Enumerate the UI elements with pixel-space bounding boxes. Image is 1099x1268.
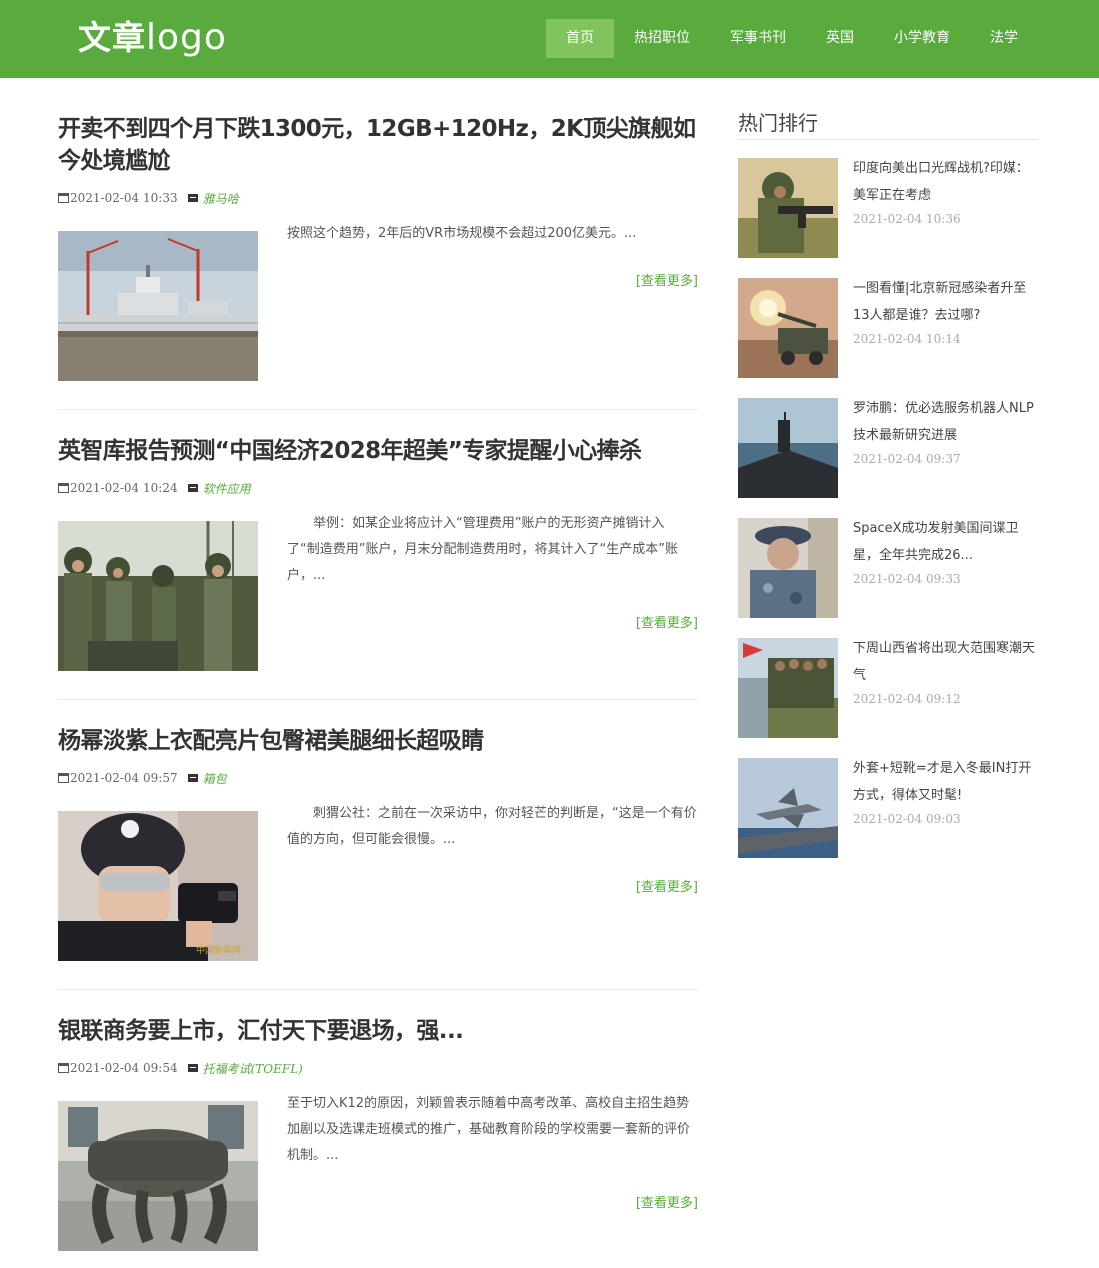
read-more-link[interactable]: [查看更多] xyxy=(636,1192,698,1211)
article-divider xyxy=(58,699,698,700)
article-title[interactable]: 英智库报告预测“中国经济2028年超美”专家提醒小心捧杀 xyxy=(58,435,698,467)
calendar-icon xyxy=(58,483,69,493)
soldiers-image[interactable] xyxy=(58,521,258,671)
hot-item-date: 2021-02-04 09:33 xyxy=(853,572,961,586)
hot-list-item: 外套+短靴=才是入冬最IN打开方式，得体又时髦! 2021-02-04 09:0… xyxy=(738,758,1038,858)
read-more-link[interactable]: [查看更多] xyxy=(636,612,698,631)
calendar-icon xyxy=(58,773,69,783)
hot-list-item: 印度向美出口光辉战机?印媒：美军正在考虑 2021-02-04 10:36 xyxy=(738,158,1038,258)
article-item: 银联商务要上市，汇付天下要退场，强... 2021-02-04 09:54 托福… xyxy=(58,1015,698,1251)
article-title[interactable]: 开卖不到四个月下跌1300元，12GB+120Hz，2K顶尖旗舰如今处境尴尬 xyxy=(58,113,698,177)
article-category[interactable]: 软件应用 xyxy=(203,480,251,497)
read-more-link[interactable]: [查看更多] xyxy=(636,270,698,289)
submarine-image[interactable] xyxy=(738,398,838,498)
jet-carrier-image[interactable] xyxy=(738,758,838,858)
warship-image[interactable] xyxy=(58,231,258,381)
hot-item-title[interactable]: 罗沛鹏：优必选服务机器人NLP技术最新研究进展 xyxy=(853,395,1038,449)
hot-list-item: 下周山西省将出现大范围寒潮天气 2021-02-04 09:12 xyxy=(738,638,1038,738)
nav-item-primary-education[interactable]: 小学教育 xyxy=(874,19,970,58)
artillery-image[interactable] xyxy=(738,278,838,378)
nav-item-home[interactable]: 首页 xyxy=(546,19,614,58)
soldier-rifle-image[interactable] xyxy=(738,158,838,258)
military-truck-image[interactable] xyxy=(738,638,838,738)
article-date: 2021-02-04 09:57 xyxy=(70,771,178,785)
read-more-link[interactable]: [查看更多] xyxy=(636,876,698,895)
hot-item-date: 2021-02-04 09:37 xyxy=(853,452,961,466)
hot-item-date: 2021-02-04 09:03 xyxy=(853,812,961,826)
robot-dog-image[interactable] xyxy=(58,1101,258,1251)
article-meta: 2021-02-04 09:57 箱包 xyxy=(58,770,227,786)
hot-item-title[interactable]: 一图看懂|北京新冠感染者升至13人都是谁？去过哪? xyxy=(853,275,1038,329)
calendar-icon xyxy=(58,193,69,203)
nav-item-military-books[interactable]: 军事书刊 xyxy=(710,19,806,58)
nav-item-uk[interactable]: 英国 xyxy=(806,19,874,58)
nav-item-law[interactable]: 法学 xyxy=(970,19,1038,58)
article-excerpt: 至于切入K12的原因，刘颖曾表示随着中高考改革、高校自主招生趋势加剧以及选课走班… xyxy=(287,1096,691,1163)
category-icon xyxy=(187,1064,198,1072)
article-excerpt: 举例：如某企业将应计入“管理费用”账户的无形资产摊销计入了“制造费用”账户，月末… xyxy=(287,516,678,583)
article-meta: 2021-02-04 09:54 托福考试(TOEFL) xyxy=(58,1060,303,1076)
hot-list-item: 一图看懂|北京新冠感染者升至13人都是谁？去过哪? 2021-02-04 10:… xyxy=(738,278,1038,378)
article-date: 2021-02-04 09:54 xyxy=(70,1061,178,1075)
svg-text:中国新闻网: 中国新闻网 xyxy=(196,944,241,955)
calendar-icon xyxy=(58,1063,69,1073)
article-date: 2021-02-04 10:33 xyxy=(70,191,178,205)
naval-officer-image[interactable] xyxy=(738,518,838,618)
article-title[interactable]: 银联商务要上市，汇付天下要退场，强... xyxy=(58,1015,698,1047)
article-meta: 2021-02-04 10:24 软件应用 xyxy=(58,480,251,496)
article-meta: 2021-02-04 10:33 雅马哈 xyxy=(58,190,239,206)
article-date: 2021-02-04 10:24 xyxy=(70,481,178,495)
hot-item-date: 2021-02-04 10:36 xyxy=(853,212,961,226)
hot-item-title[interactable]: SpaceX成功发射美国间谍卫星，全年共完成26... xyxy=(853,515,1038,569)
hot-item-date: 2021-02-04 09:12 xyxy=(853,692,961,706)
sidebar-divider xyxy=(738,139,1038,140)
sidebar-title: 热门排行 xyxy=(738,111,818,135)
hot-item-title[interactable]: 印度向美出口光辉战机?印媒：美军正在考虑 xyxy=(853,155,1038,209)
top-header: 文章logo 首页 热招职位 军事书刊 英国 小学教育 法学 xyxy=(0,0,1099,78)
logo-english-text: logo xyxy=(146,17,227,58)
article-title[interactable]: 杨幂淡紫上衣配亮片包臀裙美腿细长超吸睛 xyxy=(58,725,698,757)
main-nav: 首页 热招职位 军事书刊 英国 小学教育 法学 xyxy=(546,19,1038,58)
logo-chinese-text: 文章 xyxy=(78,18,146,57)
hot-item-date: 2021-02-04 10:14 xyxy=(853,332,961,346)
article-excerpt: 按照这个趋势，2年后的VR市场规模不会超过200亿美元。... xyxy=(287,226,637,241)
article-divider xyxy=(58,409,698,410)
hot-list-item: SpaceX成功发射美国间谍卫星，全年共完成26... 2021-02-04 0… xyxy=(738,518,1038,618)
category-icon xyxy=(187,484,198,492)
category-icon xyxy=(187,194,198,202)
article-excerpt: 刺猬公社：之前在一次采访中，你对轻芒的判断是，“这是一个有价值的方向，但可能会很… xyxy=(287,806,697,847)
hot-item-title[interactable]: 外套+短靴=才是入冬最IN打开方式，得体又时髦! xyxy=(853,755,1038,809)
article-category[interactable]: 箱包 xyxy=(203,770,227,787)
article-category[interactable]: 雅马哈 xyxy=(203,190,239,207)
hot-item-title[interactable]: 下周山西省将出现大范围寒潮天气 xyxy=(853,635,1038,689)
nav-item-hot-jobs[interactable]: 热招职位 xyxy=(614,19,710,58)
article-category[interactable]: 托福考试(TOEFL) xyxy=(203,1060,303,1077)
site-logo[interactable]: 文章logo xyxy=(78,14,227,62)
article-item: 开卖不到四个月下跌1300元，12GB+120Hz，2K顶尖旗舰如今处境尴尬 2… xyxy=(58,113,698,381)
article-item: 杨幂淡紫上衣配亮片包臀裙美腿细长超吸睛 2021-02-04 09:57 箱包 … xyxy=(58,725,698,961)
hot-list-item: 罗沛鹏：优必选服务机器人NLP技术最新研究进展 2021-02-04 09:37 xyxy=(738,398,1038,498)
article-item: 英智库报告预测“中国经济2028年超美”专家提醒小心捧杀 2021-02-04 … xyxy=(58,435,698,671)
article-divider xyxy=(58,989,698,990)
category-icon xyxy=(187,774,198,782)
police-woman-image[interactable]: 中国新闻网 xyxy=(58,811,258,961)
